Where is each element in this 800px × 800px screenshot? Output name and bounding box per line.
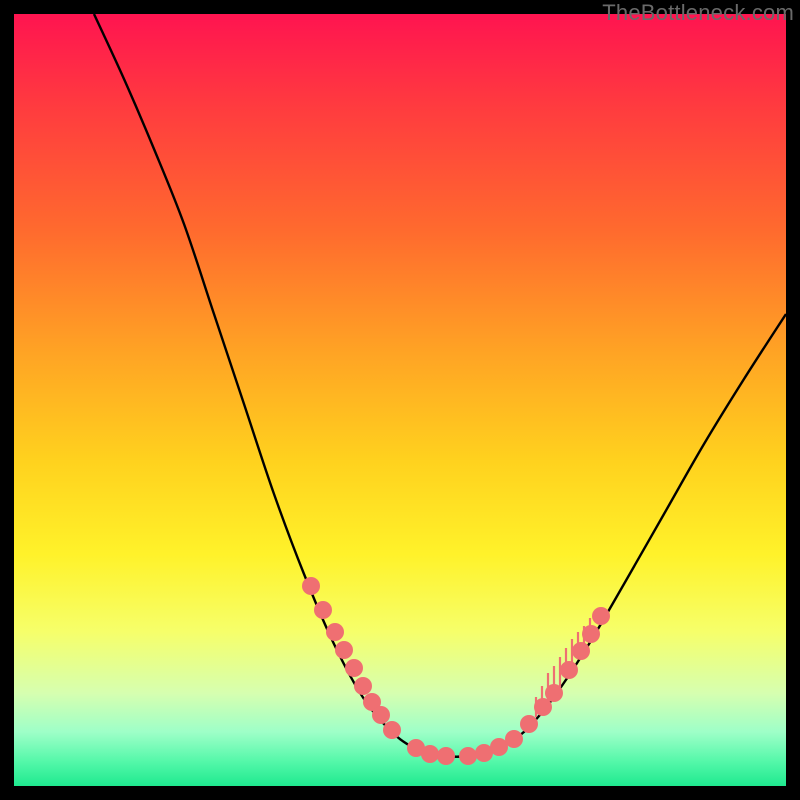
highlight-dot [545,684,563,702]
bottleneck-chart [14,14,786,786]
highlight-dot [459,747,477,765]
highlight-dot [302,577,320,595]
highlight-dot [560,661,578,679]
watermark-text: TheBottleneck.com [602,0,794,26]
highlight-dot [421,745,439,763]
highlight-dot [572,642,590,660]
highlight-dot [592,607,610,625]
chart-gradient-frame [14,14,786,786]
highlight-dot [314,601,332,619]
highlight-dot [437,747,455,765]
highlight-dot [505,730,523,748]
highlight-dot [582,625,600,643]
highlight-dot [326,623,344,641]
bottleneck-curve [94,14,786,757]
highlight-dot [520,715,538,733]
highlight-dot [372,706,390,724]
highlight-dot [354,677,372,695]
highlight-dot [383,721,401,739]
highlight-dot [534,698,552,716]
highlight-dot [335,641,353,659]
highlight-dots [302,577,610,765]
highlight-dot [345,659,363,677]
